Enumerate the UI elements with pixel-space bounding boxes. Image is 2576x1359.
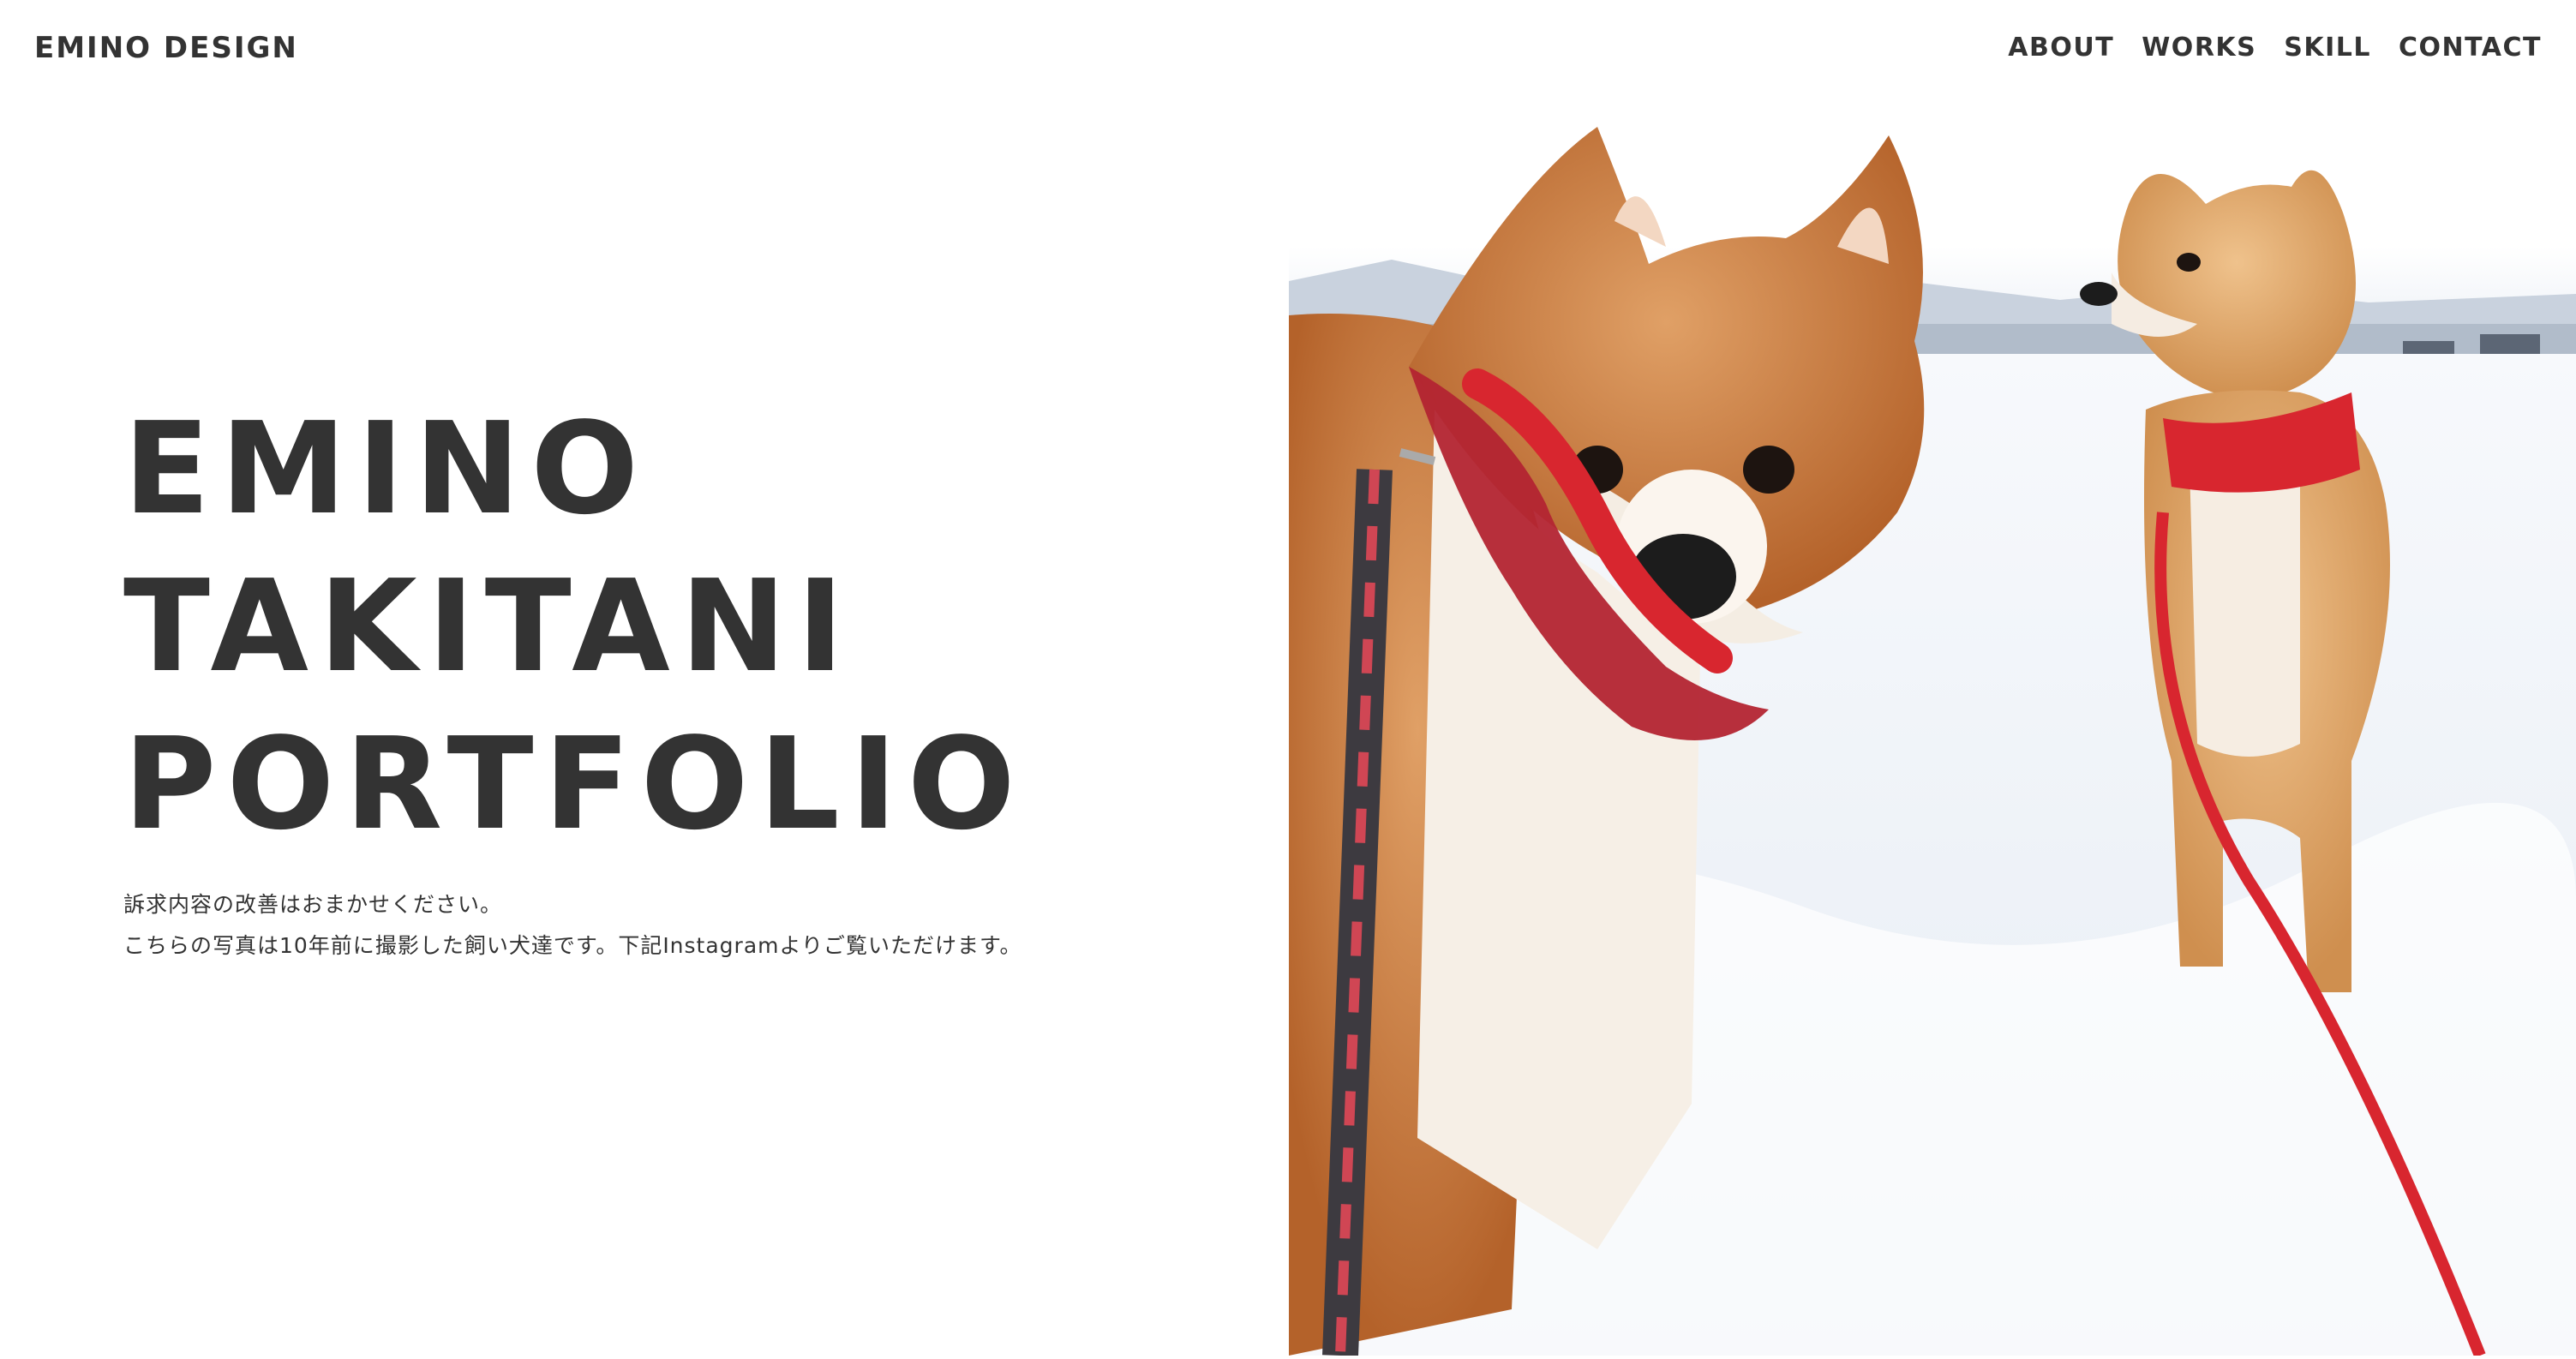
nav-skill-link[interactable]: SKILL [2284,33,2371,63]
hero-photo-illustration [1289,110,2576,1356]
hero-title-line-3: PORTFOLIO [123,710,1026,858]
hero-title-line-1: EMINO [123,395,650,542]
nav-contact-link[interactable]: CONTACT [2399,33,2542,63]
site-logo[interactable]: EMINO DESIGN [34,31,298,65]
hero-description-line-1: 訴求内容の改善はおまかせください。 [123,892,503,917]
site-header: EMINO DESIGN ABOUT WORKS SKILL CONTACT [0,0,2576,99]
hero-title-line-2: TAKITANI [123,553,854,700]
hero-photo-shiba-dogs-in-snow [1289,110,2576,1356]
page: EMINO DESIGN ABOUT WORKS SKILL CONTACT E… [0,0,2576,1359]
hero-title: EMINO TAKITANI PORTFOLIO [123,390,1026,863]
hero-description-line-2: こちらの写真は10年前に撮影した飼い犬達です。下記Instagramよりご覧いた… [123,933,1022,958]
nav-about-link[interactable]: ABOUT [2008,33,2114,63]
nav-works-link[interactable]: WORKS [2142,33,2256,63]
main-nav: ABOUT WORKS SKILL CONTACT [2008,33,2542,63]
hero-description: 訴求内容の改善はおまかせください。 こちらの写真は10年前に撮影した飼い犬達です… [123,884,1022,967]
